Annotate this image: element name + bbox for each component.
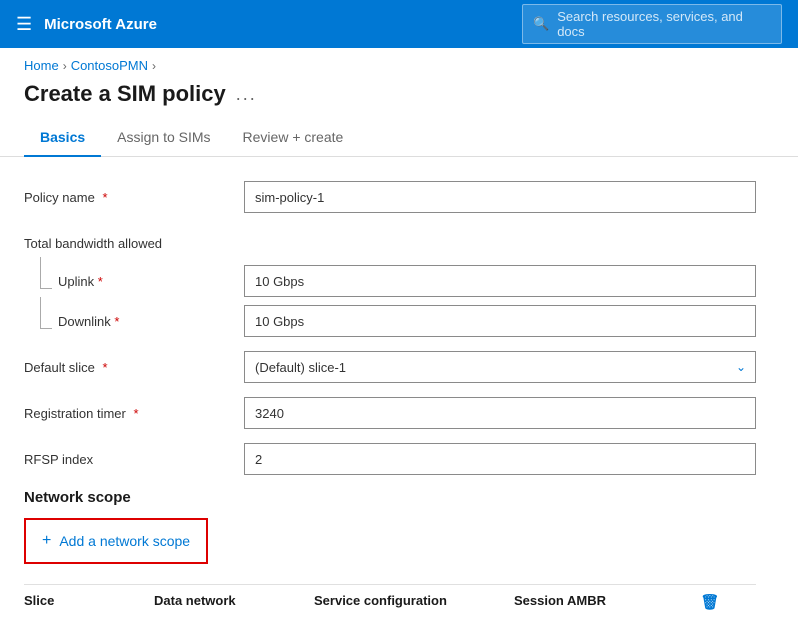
rfsp-index-label: RFSP index [24, 452, 244, 467]
policy-name-input[interactable] [244, 181, 756, 213]
downlink-row: Downlink * [24, 305, 756, 337]
breadcrumb-parent[interactable]: ContosoPMN [71, 58, 148, 73]
col-header-slice: Slice [24, 593, 154, 611]
uplink-label: Uplink * [24, 273, 244, 289]
breadcrumb-sep-1: › [63, 59, 67, 73]
default-slice-label: Default slice * [24, 360, 244, 375]
breadcrumb-sep-2: › [152, 59, 156, 73]
col-header-action: 🗑 [664, 593, 756, 611]
search-placeholder-text: Search resources, services, and docs [557, 9, 771, 39]
policy-name-label: Policy name * [24, 190, 244, 205]
col-header-service-config: Service configuration [314, 593, 514, 611]
uplink-row: Uplink * [24, 265, 756, 297]
form-area: Policy name * Total bandwidth allowed Up… [0, 157, 780, 643]
page-header: Create a SIM policy ... [0, 77, 798, 119]
downlink-input[interactable] [244, 305, 756, 337]
registration-timer-input[interactable] [244, 397, 756, 429]
ellipsis-button[interactable]: ... [236, 84, 257, 105]
search-icon: 🔍 [533, 16, 549, 32]
global-search-box[interactable]: 🔍 Search resources, services, and docs [522, 4, 782, 44]
add-network-scope-button[interactable]: + Add a network scope [24, 518, 208, 564]
slice-required: * [102, 360, 107, 375]
downlink-label: Downlink * [24, 313, 244, 329]
uplink-input[interactable] [244, 265, 756, 297]
bandwidth-group: Total bandwidth allowed Uplink * Downlin… [24, 227, 756, 337]
default-slice-select-wrapper: (Default) slice-1 ⌄ [244, 351, 756, 383]
add-network-scope-label: Add a network scope [59, 533, 190, 549]
trash-icon[interactable]: 🗑 [700, 593, 719, 611]
tab-assign-sims[interactable]: Assign to SIMs [101, 119, 226, 157]
bandwidth-label: Total bandwidth allowed [24, 236, 244, 251]
rfsp-index-row: RFSP index [24, 443, 756, 475]
bandwidth-main-row: Total bandwidth allowed [24, 227, 756, 259]
registration-timer-row: Registration timer * [24, 397, 756, 429]
required-marker: * [102, 190, 107, 205]
rfsp-index-input[interactable] [244, 443, 756, 475]
col-header-session-ambr: Session AMBR [514, 593, 664, 611]
app-logo: Microsoft Azure [44, 16, 157, 33]
tree-line-uplink [40, 257, 52, 289]
page-title: Create a SIM policy [24, 81, 226, 107]
top-navigation: ☰ Microsoft Azure 🔍 Search resources, se… [0, 0, 798, 48]
tab-basics[interactable]: Basics [24, 119, 101, 157]
default-slice-row: Default slice * (Default) slice-1 ⌄ [24, 351, 756, 383]
tree-line-downlink [40, 297, 52, 329]
downlink-required: * [114, 314, 119, 329]
registration-timer-label: Registration timer * [24, 406, 244, 421]
tab-bar: Basics Assign to SIMs Review + create [0, 119, 798, 157]
tab-review-create[interactable]: Review + create [227, 119, 360, 157]
hamburger-menu-icon[interactable]: ☰ [16, 14, 32, 35]
timer-required: * [134, 406, 139, 421]
plus-icon: + [42, 532, 51, 550]
breadcrumb: Home › ContosoPMN › [0, 48, 798, 77]
uplink-required: * [98, 274, 103, 289]
default-slice-select[interactable]: (Default) slice-1 [244, 351, 756, 383]
breadcrumb-home[interactable]: Home [24, 58, 59, 73]
policy-name-row: Policy name * [24, 181, 756, 213]
network-scope-title: Network scope [24, 489, 756, 506]
col-header-data-network: Data network [154, 593, 314, 611]
